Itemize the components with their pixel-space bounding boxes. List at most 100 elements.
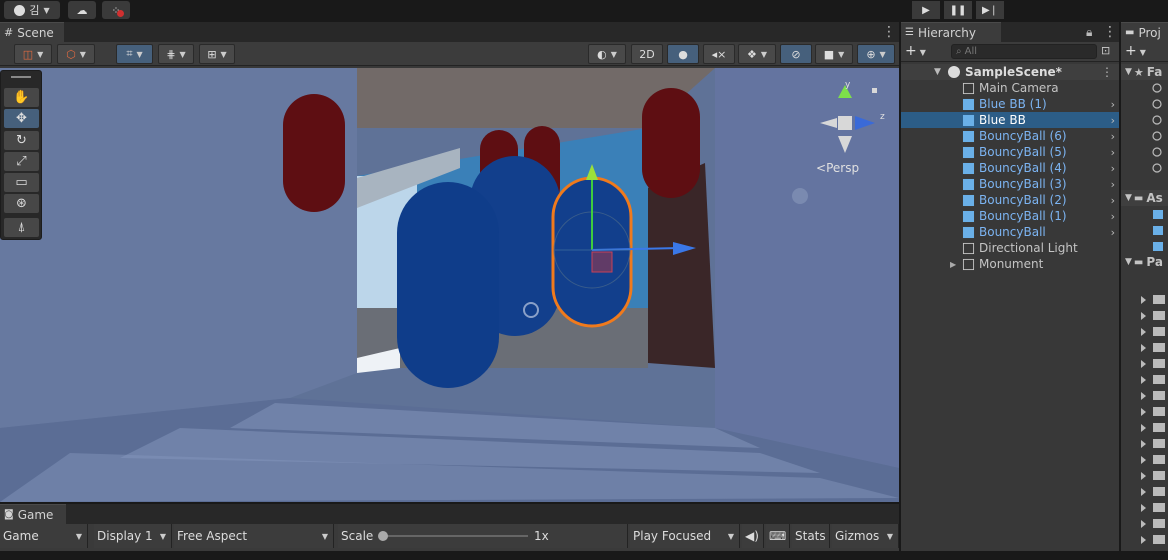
chevron-right-icon[interactable]: ›: [1111, 210, 1115, 223]
vsync-toggle[interactable]: ⌨: [766, 524, 790, 548]
hierarchy-item[interactable]: BouncyBall (5) ›: [901, 144, 1119, 160]
rotate-tool[interactable]: ↻: [4, 131, 39, 150]
stats-button[interactable]: Stats: [792, 524, 830, 548]
scene-header-row[interactable]: ▼ SampleScene* ⋮: [901, 64, 1119, 80]
create-dropdown[interactable]: + ▼: [905, 43, 926, 59]
tab-hierarchy[interactable]: ☰ Hierarchy: [901, 22, 1001, 42]
grid-snap-toggle[interactable]: ⌗ ▼: [116, 44, 153, 64]
hierarchy-item[interactable]: BouncyBall (2) ›: [901, 192, 1119, 208]
chevron-right-icon[interactable]: ›: [1111, 114, 1115, 127]
scale-tool[interactable]: ⤢: [4, 152, 39, 171]
draw-mode-dropdown[interactable]: ◫ ▼: [14, 44, 52, 64]
step-icon: ▶❘: [981, 4, 999, 16]
gizmo-plane-handle[interactable]: [591, 251, 613, 273]
move-tool[interactable]: ✥: [4, 109, 39, 128]
hierarchy-item[interactable]: Blue BB ›: [901, 112, 1119, 128]
hierarchy-item[interactable]: Blue BB (1) ›: [901, 96, 1119, 112]
play-mode-label: Play Focused: [633, 529, 712, 543]
chevron-right-icon[interactable]: ›: [1111, 162, 1115, 175]
lock-icon[interactable]: 🔒︎: [1086, 23, 1092, 41]
hierarchy-item-label: Monument: [979, 257, 1044, 271]
hierarchy-item-label: BouncyBall: [979, 225, 1046, 239]
speaker-icon: ◀): [745, 529, 759, 543]
scale-icon: ⤢: [16, 154, 27, 169]
chevron-right-icon[interactable]: ›: [1111, 226, 1115, 239]
chevron-right-icon[interactable]: ›: [1111, 146, 1115, 159]
hierarchy-item-label: BouncyBall (6): [979, 129, 1067, 143]
scene-menu-icon[interactable]: ⋮: [882, 23, 896, 41]
scene-menu-icon[interactable]: ⋮: [1101, 65, 1113, 79]
red-capsule[interactable]: [642, 88, 700, 198]
lightbulb-icon: ●: [678, 47, 688, 61]
scene-render: [0, 68, 899, 502]
tab-scene[interactable]: # Scene: [0, 22, 64, 42]
chevron-right-icon[interactable]: ›: [1111, 130, 1115, 143]
expand-arrow-icon[interactable]: ▶: [950, 260, 956, 269]
rect-tool[interactable]: ▭: [4, 173, 39, 192]
hierarchy-item[interactable]: Main Camera: [901, 80, 1119, 96]
shading-dropdown[interactable]: ◐ ▼: [588, 44, 626, 64]
tab-game[interactable]: ◙ Game: [0, 504, 66, 524]
play-button[interactable]: ▶: [912, 1, 940, 19]
collab-button[interactable]: ⁘: [102, 1, 130, 19]
scale-slider-thumb[interactable]: [378, 531, 388, 541]
hierarchy-item[interactable]: BouncyBall (6) ›: [901, 128, 1119, 144]
display-dropdown[interactable]: Display 1 ▼: [94, 524, 172, 548]
audio-toggle[interactable]: ◂×: [703, 44, 735, 64]
search-input[interactable]: ⌕ All: [951, 44, 1097, 59]
cloud-button[interactable]: ☁: [68, 1, 96, 19]
hand-tool[interactable]: ✋: [4, 88, 39, 107]
favorites-header[interactable]: ▼ ★ Fa: [1121, 64, 1168, 80]
tab-project[interactable]: ▬ Proj: [1121, 22, 1168, 42]
hierarchy-item[interactable]: BouncyBall (1) ›: [901, 208, 1119, 224]
hierarchy-item[interactable]: Directional Light: [901, 240, 1119, 256]
visibility-toggle[interactable]: ⊘: [780, 44, 812, 64]
hierarchy-item-label: BouncyBall (5): [979, 145, 1067, 159]
hierarchy-item[interactable]: BouncyBall ›: [901, 224, 1119, 240]
chevron-right-icon[interactable]: ›: [1111, 178, 1115, 191]
grid-visibility-dropdown[interactable]: ⋕ ▼: [158, 44, 194, 64]
search-placeholder: All: [964, 46, 978, 57]
eye-hidden-icon: ⊘: [791, 47, 801, 61]
chevron-down-icon: ▼: [159, 531, 166, 541]
blue-capsule[interactable]: [397, 182, 499, 388]
render-mode-dropdown[interactable]: ⬡ ▼: [57, 44, 95, 64]
step-button[interactable]: ▶❘: [976, 1, 1004, 19]
notification-badge: [117, 10, 124, 17]
game-view-dropdown[interactable]: Game ▼: [0, 524, 88, 548]
pause-button[interactable]: ❚❚: [944, 1, 972, 19]
hierarchy-item[interactable]: BouncyBall (4) ›: [901, 160, 1119, 176]
chevron-right-icon[interactable]: ›: [1111, 194, 1115, 207]
hierarchy-item[interactable]: ▶ Monument: [901, 256, 1119, 272]
scene-viewport[interactable]: <Persp y z: [0, 68, 899, 502]
gizmos-dropdown[interactable]: Gizmos ▼: [832, 524, 899, 548]
play-mode-dropdown[interactable]: Play Focused ▼: [630, 524, 740, 548]
prefab-cube-icon: [962, 130, 975, 142]
red-capsule[interactable]: [283, 94, 345, 212]
increment-snap-dropdown[interactable]: ⊞ ▼: [199, 44, 235, 64]
camera-dropdown[interactable]: ■ ▼: [815, 44, 853, 64]
aspect-dropdown[interactable]: Free Aspect ▼: [174, 524, 334, 548]
custom-tool[interactable]: ⍋: [4, 218, 39, 237]
effects-dropdown[interactable]: ❖ ▼: [738, 44, 776, 64]
2d-toggle[interactable]: 2D: [631, 44, 663, 64]
lighting-toggle[interactable]: ●: [667, 44, 699, 64]
search-filter-icon[interactable]: ⊡: [1101, 44, 1110, 57]
chevron-right-icon[interactable]: ›: [1111, 98, 1115, 111]
palette-drag-handle[interactable]: [11, 76, 31, 78]
cloud-shape: [792, 188, 808, 204]
mute-audio-toggle[interactable]: ◀): [742, 524, 764, 548]
hierarchy-item[interactable]: BouncyBall (3) ›: [901, 176, 1119, 192]
cube-icon: ⬡: [66, 47, 76, 61]
project-create-dropdown[interactable]: + ▼: [1125, 43, 1146, 59]
account-dropdown[interactable]: 김 ▼: [4, 1, 60, 19]
persp-label-wrap[interactable]: <Persp: [816, 161, 859, 175]
tool-palette: ✋ ✥ ↻ ⤢ ▭ ⊛ ⍋: [0, 70, 42, 240]
account-label: 김: [29, 4, 40, 17]
view-gizmo-center[interactable]: [838, 116, 852, 130]
scale-slider-track[interactable]: [382, 535, 528, 537]
hierarchy-menu-icon[interactable]: ⋮: [1103, 23, 1117, 41]
transform-tool[interactable]: ⊛: [4, 194, 39, 213]
gizmos-dropdown[interactable]: ⊕ ▼: [857, 44, 895, 64]
camera-icon: ■: [823, 47, 835, 61]
